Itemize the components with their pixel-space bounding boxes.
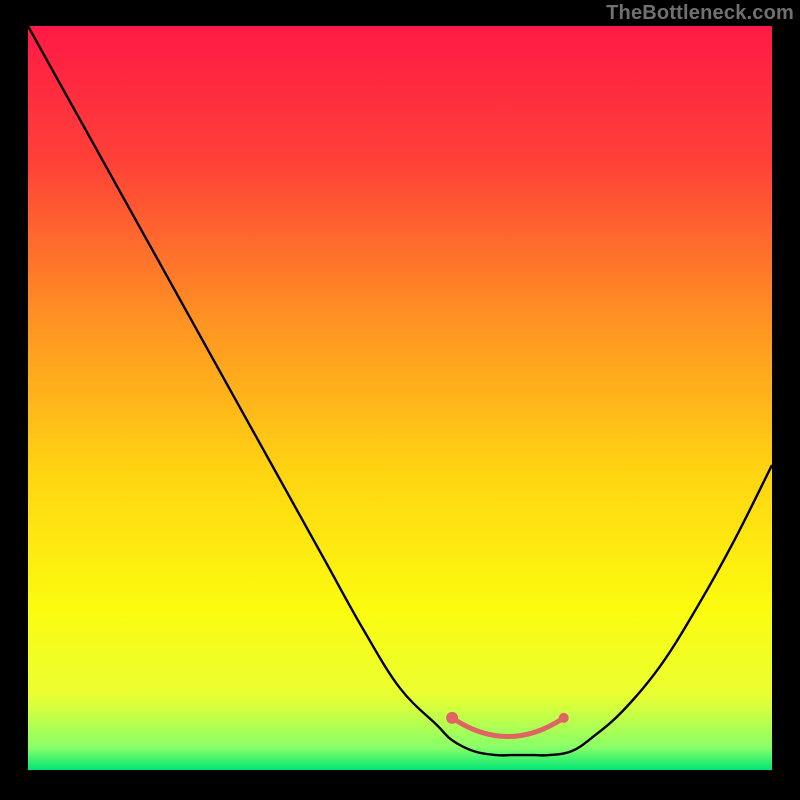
chart-container: TheBottleneck.com <box>0 0 800 800</box>
gradient-background <box>28 26 772 770</box>
marker-dot <box>559 713 569 723</box>
watermark-text: TheBottleneck.com <box>606 2 794 25</box>
marker-dot <box>446 712 458 724</box>
plot-area <box>28 26 772 770</box>
bottleneck-curve-chart <box>28 26 772 770</box>
